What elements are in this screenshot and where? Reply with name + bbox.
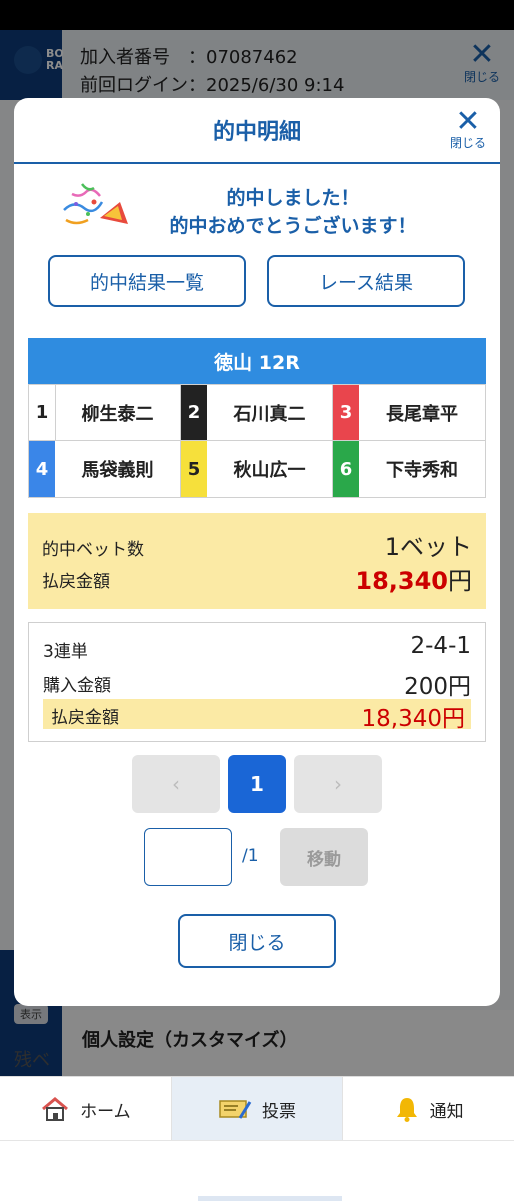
bet-combination: 2-4-1 (410, 633, 472, 659)
purchase-value: 200円 (404, 674, 471, 700)
modal-header: 的中明細 ✕ 閉じる (14, 98, 500, 164)
racer-cell-5: 5 秋山広一 (181, 441, 333, 497)
status-bar (0, 0, 514, 30)
racer-number: 2 (181, 385, 207, 440)
racer-cell-2: 2 石川真二 (181, 385, 333, 441)
racer-number: 3 (333, 385, 359, 440)
nav-home-label: ホーム (80, 1101, 131, 1122)
next-page-button[interactable]: › (294, 755, 382, 813)
page-number-input[interactable] (144, 828, 232, 886)
congratulations-banner: 的中しました！ 的中おめでとうございます！ (58, 180, 458, 240)
racer-number: 1 (29, 385, 56, 440)
gesture-bar (198, 1196, 342, 1201)
congrats-line-2: 的中おめでとうございます！ (169, 215, 417, 237)
congrats-line-1: 的中しました！ (226, 187, 360, 209)
racer-number: 6 (333, 441, 359, 497)
party-popper-icon (63, 183, 128, 225)
hit-results-list-button[interactable]: 的中結果一覧 (48, 255, 246, 307)
bet-detail: 3連単 2-4-1 購入金額 200円 払戻金額 18,340円 (28, 622, 486, 742)
race-title-bar: 徳山 12R (28, 338, 486, 384)
racer-name: 長尾章平 (386, 403, 458, 425)
bell-icon (394, 1095, 420, 1123)
racer-cell-4: 4 馬袋義則 (29, 441, 181, 497)
ticket-icon (218, 1096, 252, 1122)
modal-close-button[interactable]: ✕ 閉じる (444, 104, 492, 151)
home-icon (40, 1096, 70, 1122)
close-button[interactable]: 閉じる (178, 914, 336, 968)
nav-vote[interactable]: 投票 (171, 1077, 344, 1141)
racer-number: 4 (29, 441, 55, 497)
hit-bets-value: 1ベット (384, 533, 472, 561)
racer-cell-1: 1 柳生泰二 (29, 385, 181, 441)
payout-value: 18,340円 (355, 561, 472, 596)
payout-amount: 18,340 (355, 567, 448, 595)
racer-name: 下寺秀和 (386, 460, 458, 481)
previous-page-button[interactable]: ‹ (132, 755, 220, 813)
pagination: ‹ 1 › (132, 755, 382, 815)
racer-name: 柳生泰二 (81, 403, 154, 425)
modal-close-label: 閉じる (449, 136, 486, 150)
page-total: /1 (242, 846, 259, 866)
hit-details-modal: 的中明細 ✕ 閉じる 的中しました！ 的中おめでとうございます！ 的中結果一覧 … (14, 98, 500, 1006)
close-icon: ✕ (455, 104, 481, 139)
race-results-button[interactable]: レース結果 (267, 255, 465, 307)
payout-unit: 円 (448, 567, 472, 595)
hit-bets-label: 的中ベット数 (42, 540, 144, 560)
congratulations-text: 的中しました！ 的中おめでとうございます！ (138, 184, 448, 240)
modal-title: 的中明細 (212, 120, 301, 145)
racer-cell-6: 6 下寺秀和 (333, 441, 485, 497)
purchase-row: 購入金額 200円 (35, 667, 471, 700)
hit-summary: 的中ベット数 1ベット 払戻金額 18,340円 (28, 513, 486, 609)
bet-type-label: 3連単 (43, 642, 88, 662)
nav-vote-label: 投票 (262, 1101, 296, 1122)
move-page-button[interactable]: 移動 (280, 828, 368, 886)
racer-name: 秋山広一 (233, 460, 306, 481)
browser-bottom-area (0, 1140, 514, 1201)
racer-cell-3: 3 長尾章平 (333, 385, 485, 441)
bottom-navigation: ホーム 投票 通知 (0, 1076, 514, 1141)
payout-label: 払戻金額 (42, 572, 110, 592)
racer-name: 石川真二 (233, 403, 306, 425)
bet-payout-value: 18,340円 (361, 706, 465, 732)
racer-table: 1 柳生泰二 2 石川真二 3 長尾章平 4 馬袋義則 5 秋山広一 6 下寺秀… (28, 384, 486, 498)
current-page-button[interactable]: 1 (228, 755, 286, 813)
purchase-label: 購入金額 (43, 676, 111, 696)
bet-payout-row: 払戻金額 18,340円 (43, 699, 471, 732)
racer-name: 馬袋義則 (81, 460, 154, 481)
racer-number: 5 (181, 441, 207, 497)
nav-notify[interactable]: 通知 (343, 1077, 514, 1141)
bet-payout-label: 払戻金額 (51, 708, 119, 728)
nav-home[interactable]: ホーム (0, 1077, 172, 1141)
bet-type-row: 3連単 2-4-1 (35, 633, 471, 663)
nav-notify-label: 通知 (429, 1101, 464, 1122)
